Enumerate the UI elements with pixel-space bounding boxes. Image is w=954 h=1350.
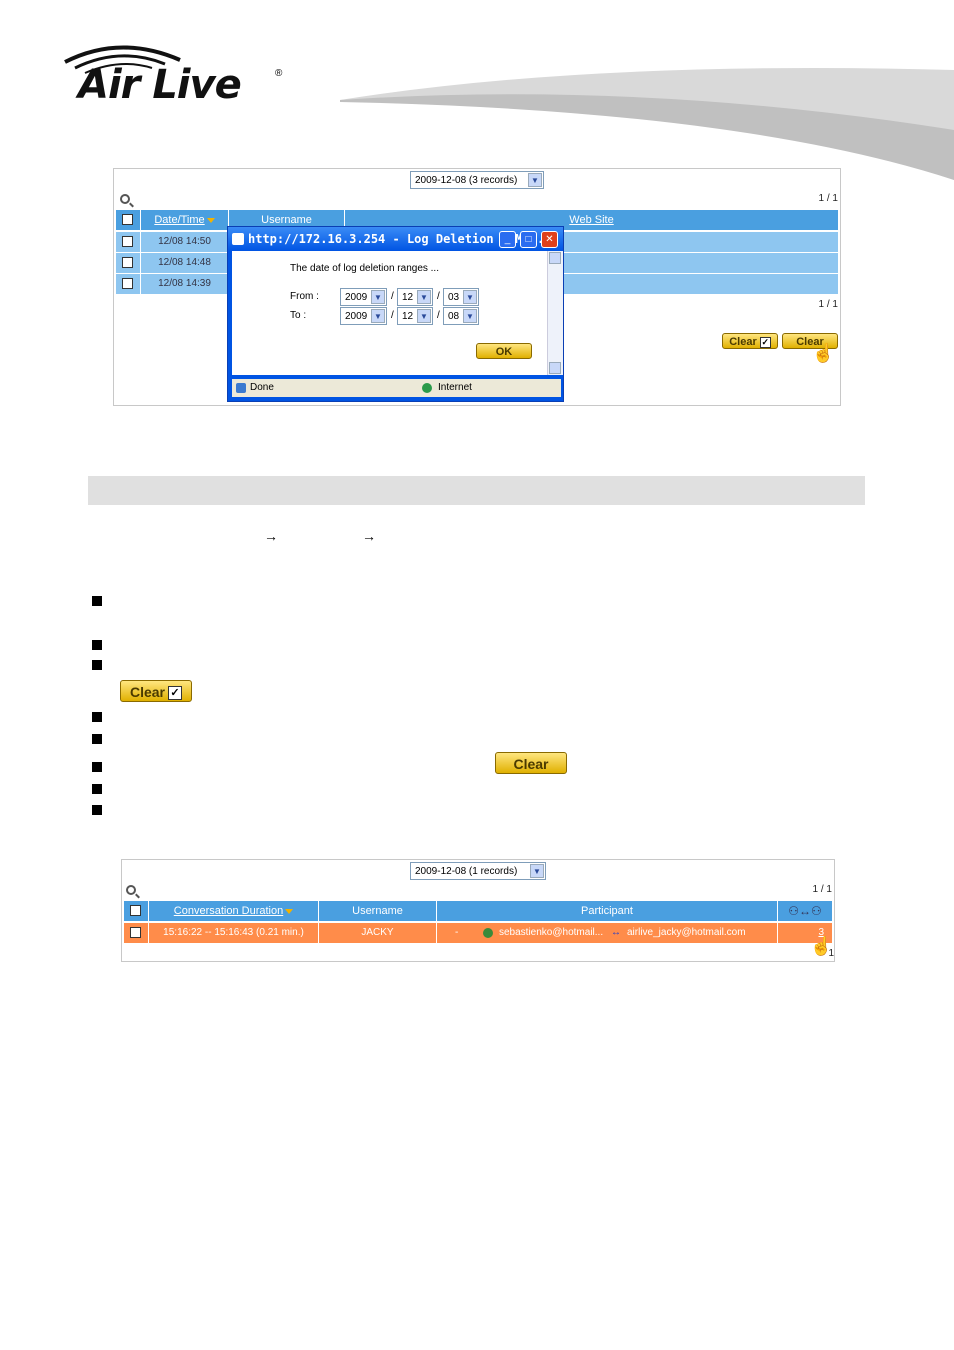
col-duration[interactable]: Conversation Duration xyxy=(148,901,318,921)
status-zone: Internet xyxy=(438,382,472,393)
chevron-down-icon: ▼ xyxy=(371,309,385,323)
select-all-checkbox[interactable] xyxy=(130,905,141,916)
from-month-select[interactable]: 12 ▼ xyxy=(397,288,433,306)
clear-inline-button: Clear xyxy=(495,752,567,774)
chevron-down-icon: ▼ xyxy=(417,309,431,323)
chevron-down-icon: ▼ xyxy=(530,864,544,878)
to-month-select[interactable]: 12 ▼ xyxy=(397,307,433,325)
minimize-icon[interactable]: _ xyxy=(499,231,516,248)
status-done: Done xyxy=(250,382,274,393)
pager-bottom: 1 / 1 xyxy=(818,299,838,310)
popup-scrollbar[interactable] xyxy=(547,251,563,375)
sort-desc-icon xyxy=(206,217,215,223)
airlive-logo: Air Live ® xyxy=(60,40,300,110)
msn-buddy-icon xyxy=(483,928,493,938)
date-separator: / xyxy=(437,291,440,302)
to-label: To : xyxy=(290,310,307,321)
col-datetime[interactable]: Date/Time xyxy=(140,210,228,230)
date-separator: / xyxy=(391,291,394,302)
clear-checked-inline-button: Clear ✓ xyxy=(120,680,192,702)
popup-body: The date of log deletion ranges ... From… xyxy=(232,251,547,375)
checkbox-icon: ✓ xyxy=(168,686,183,701)
maximize-icon[interactable]: □ xyxy=(520,231,537,248)
pager-top: 1 / 1 xyxy=(812,884,832,895)
im-log-screenshot: 2009-12-08 (1 records) ▼ 1 / 1 Conversati… xyxy=(121,859,835,962)
globe-icon xyxy=(422,383,432,393)
sort-desc-icon xyxy=(285,908,294,914)
header-swoosh-graphic xyxy=(340,68,954,180)
col-username: Username xyxy=(318,901,436,921)
table-row[interactable]: 15:16:22 -- 15:16:43 (0.21 min.) JACKY -… xyxy=(124,923,832,943)
row-time: 12/08 14:48 xyxy=(140,253,228,273)
bullet-icon xyxy=(92,762,102,772)
table-header: Conversation Duration Username Participa… xyxy=(124,901,832,921)
bullet-icon xyxy=(92,734,102,744)
bullet-icon xyxy=(92,596,102,606)
from-label: From : xyxy=(290,291,319,302)
bullet-icon xyxy=(92,784,102,794)
bidirectional-arrow-icon: ↔ xyxy=(611,927,621,938)
popup-message: The date of log deletion ranges ... xyxy=(290,263,439,274)
chevron-down-icon: ▼ xyxy=(371,290,385,304)
to-year-select[interactable]: 2009 ▼ xyxy=(340,307,387,325)
bullet-icon xyxy=(92,660,102,670)
chevron-down-icon: ▼ xyxy=(463,290,477,304)
row-duration: 15:16:22 -- 15:16:43 (0.21 min.) xyxy=(148,923,318,943)
checkbox-icon: ✓ xyxy=(759,336,771,348)
ok-button[interactable]: OK xyxy=(476,343,532,359)
participant-to: airlive_jacky@hotmail.com xyxy=(627,927,746,938)
row-checkbox[interactable] xyxy=(122,278,133,289)
chevron-down-icon: ▼ xyxy=(463,309,477,323)
row-dash: - xyxy=(455,927,459,938)
message-count-icon: ⚇↔⚇ xyxy=(777,901,832,921)
scroll-up-icon[interactable] xyxy=(549,252,561,264)
date-separator: / xyxy=(391,310,394,321)
from-year-select[interactable]: 2009 ▼ xyxy=(340,288,387,306)
bullet-icon xyxy=(92,712,102,722)
bullet-icon xyxy=(92,805,102,815)
select-all-checkbox[interactable] xyxy=(122,214,133,225)
date-select[interactable]: 2009-12-08 (1 records) ▼ xyxy=(410,862,546,880)
row-checkbox[interactable] xyxy=(122,236,133,247)
ie-page-icon xyxy=(232,233,244,245)
from-day-select[interactable]: 03 ▼ xyxy=(443,288,479,306)
chevron-down-icon: ▼ xyxy=(417,290,431,304)
chevron-down-icon: ▼ xyxy=(528,173,542,187)
row-participant: - sebastienko@hotmail... ↔ airlive_jacky… xyxy=(436,923,777,943)
date-separator: / xyxy=(437,310,440,321)
date-select[interactable]: 2009-12-08 (3 records) ▼ xyxy=(410,171,544,189)
participant-from: sebastienko@hotmail... xyxy=(499,927,604,938)
close-icon[interactable]: ✕ xyxy=(541,231,558,248)
search-icon[interactable] xyxy=(126,885,136,895)
hand-cursor-icon: ☝ xyxy=(812,343,835,363)
scroll-down-icon[interactable] xyxy=(549,362,561,374)
page-icon xyxy=(236,383,246,393)
row-time: 12/08 14:39 xyxy=(140,274,228,294)
col-participant: Participant xyxy=(436,901,777,921)
nav-arrow-icon: → xyxy=(362,528,376,544)
registered-mark: ® xyxy=(275,68,283,79)
popup-status-bar: Done Internet xyxy=(232,379,561,397)
row-time: 12/08 14:50 xyxy=(140,232,228,252)
log-deletion-popup: http://172.16.3.254 - Log Deletion - Mi.… xyxy=(227,226,564,402)
nav-arrow-icon: → xyxy=(264,528,278,544)
search-icon[interactable] xyxy=(120,194,130,204)
row-checkbox[interactable] xyxy=(130,927,141,938)
section-heading-bar xyxy=(88,476,865,505)
hand-cursor-icon: ☝ xyxy=(810,936,833,956)
pager-top: 1 / 1 xyxy=(818,193,838,204)
clear-checked-button[interactable]: Clear ✓ xyxy=(722,333,778,349)
row-checkbox[interactable] xyxy=(122,257,133,268)
row-username: JACKY xyxy=(318,923,436,943)
to-day-select[interactable]: 08 ▼ xyxy=(443,307,479,325)
bullet-icon xyxy=(92,640,102,650)
logo-wordmark: Air Live xyxy=(78,62,242,108)
